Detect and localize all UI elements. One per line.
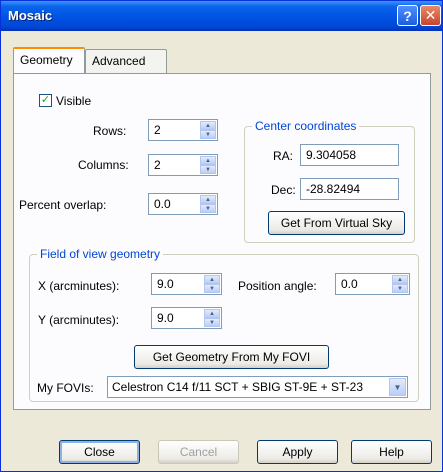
x-arcminutes-label: X (arcminutes):: [38, 279, 120, 293]
spin-down-icon[interactable]: ▼: [204, 318, 220, 327]
close-icon[interactable]: ✕: [420, 5, 441, 26]
columns-value: 2: [154, 158, 161, 172]
my-fovis-dropdown[interactable]: Celestron C14 f/11 SCT + SBIG ST-9E + ST…: [107, 376, 408, 398]
mosaic-dialog: Mosaic ? ✕ Geometry Advanced ✓ Visible R…: [0, 0, 443, 472]
overlap-label: Percent overlap:: [19, 198, 107, 212]
spin-down-icon[interactable]: ▼: [200, 204, 216, 213]
spin-down-icon[interactable]: ▼: [200, 165, 216, 174]
spin-up-icon[interactable]: ▲: [200, 156, 216, 165]
position-angle-value: 0.0: [341, 277, 358, 291]
geometry-panel: ✓ Visible Rows: 2 ▲ ▼ Columns: 2 ▲ ▼ Per…: [13, 73, 431, 410]
rows-label: Rows:: [93, 124, 127, 138]
help-button[interactable]: Help: [351, 440, 432, 464]
get-geometry-from-my-fovi-button[interactable]: Get Geometry From My FOVI: [134, 345, 329, 369]
close-button[interactable]: Close: [59, 440, 140, 464]
my-fovis-value: Celestron C14 f/11 SCT + SBIG ST-9E + ST…: [112, 380, 364, 394]
field-of-view-title: Field of view geometry: [37, 247, 164, 261]
y-arcminutes-label: Y (arcminutes):: [38, 313, 120, 327]
check-icon: ✓: [40, 94, 51, 106]
dec-input[interactable]: -28.82494: [300, 178, 399, 200]
visible-label: Visible: [56, 94, 92, 108]
overlap-value: 0.0: [154, 197, 171, 211]
center-coordinates-group: Center coordinates RA: 9.304058 Dec: -28…: [244, 119, 415, 243]
get-from-virtual-sky-button[interactable]: Get From Virtual Sky: [268, 211, 405, 235]
columns-label: Columns:: [78, 158, 129, 172]
spin-up-icon[interactable]: ▲: [200, 121, 216, 130]
spin-up-icon[interactable]: ▲: [200, 195, 216, 204]
spin-down-icon[interactable]: ▼: [204, 284, 220, 293]
y-arcminutes-spinner[interactable]: 9.0 ▲ ▼: [151, 307, 222, 329]
my-fovis-label: My FOVIs:: [37, 381, 94, 395]
overlap-spinner[interactable]: 0.0 ▲ ▼: [148, 193, 218, 215]
spin-up-icon[interactable]: ▲: [392, 275, 408, 284]
y-arcminutes-value: 9.0: [157, 311, 174, 325]
ra-value: 9.304058: [306, 148, 357, 162]
x-arcminutes-spinner[interactable]: 9.0 ▲ ▼: [151, 273, 222, 295]
spin-up-icon[interactable]: ▲: [204, 309, 220, 318]
title-bar[interactable]: Mosaic ? ✕: [1, 1, 442, 31]
chevron-down-icon[interactable]: ▼: [389, 378, 406, 396]
position-angle-label: Position angle:: [238, 279, 317, 293]
dec-label: Dec:: [271, 183, 296, 197]
x-arcminutes-value: 9.0: [157, 277, 174, 291]
dec-value: -28.82494: [306, 182, 361, 196]
columns-spinner[interactable]: 2 ▲ ▼: [148, 154, 218, 176]
spin-down-icon[interactable]: ▼: [200, 130, 216, 139]
help-icon[interactable]: ?: [397, 5, 418, 26]
field-of-view-group: Field of view geometry X (arcminutes): 9…: [29, 247, 419, 402]
tab-advanced[interactable]: Advanced: [85, 49, 167, 73]
window-title: Mosaic: [8, 8, 53, 23]
apply-button[interactable]: Apply: [257, 440, 338, 464]
position-angle-spinner[interactable]: 0.0 ▲ ▼: [335, 273, 410, 295]
center-coordinates-title: Center coordinates: [252, 119, 360, 133]
spin-up-icon[interactable]: ▲: [204, 275, 220, 284]
tab-geometry[interactable]: Geometry: [13, 47, 85, 73]
ra-label: RA:: [273, 149, 294, 163]
spin-down-icon[interactable]: ▼: [392, 284, 408, 293]
visible-checkbox[interactable]: ✓: [39, 94, 52, 107]
rows-spinner[interactable]: 2 ▲ ▼: [148, 119, 218, 141]
ra-input[interactable]: 9.304058: [300, 144, 399, 166]
cancel-button[interactable]: Cancel: [158, 440, 239, 464]
rows-value: 2: [154, 123, 161, 137]
